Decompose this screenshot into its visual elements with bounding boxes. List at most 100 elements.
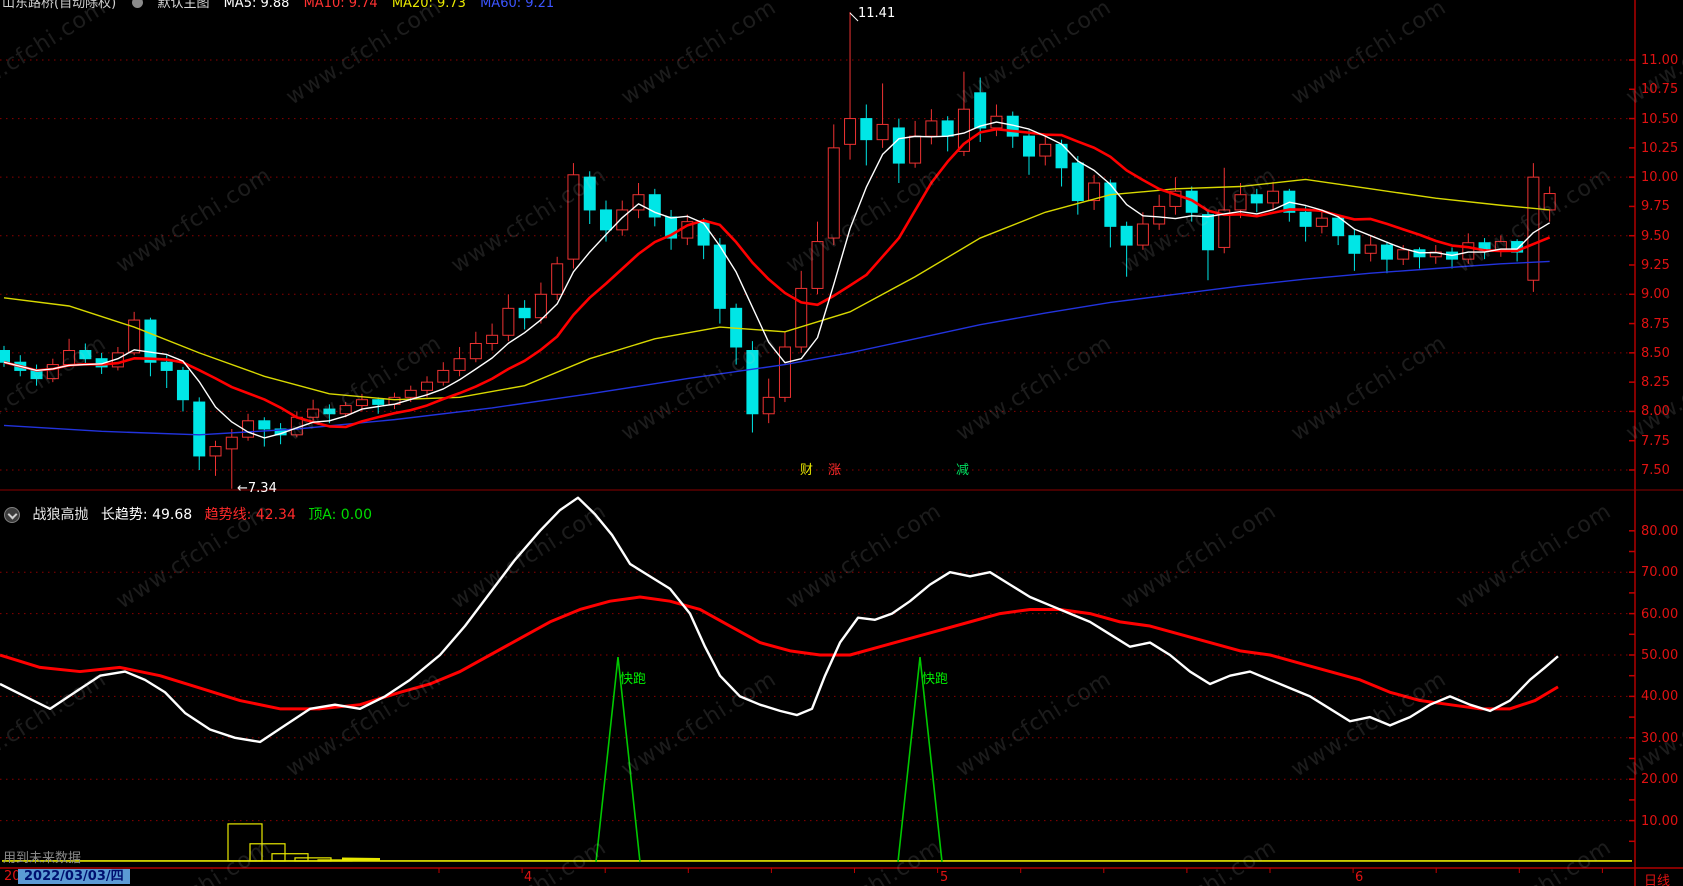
candle-body bbox=[46, 364, 59, 380]
indicator-axis-label: 30.00 bbox=[1641, 730, 1679, 746]
price-axis-label: 10.25 bbox=[1641, 140, 1679, 156]
candle-body bbox=[486, 334, 499, 344]
candle-body bbox=[909, 135, 922, 164]
price-axis-label: 8.25 bbox=[1641, 375, 1670, 391]
indicator-field-top-a: 顶A: 0.00 bbox=[308, 507, 372, 523]
candle-body bbox=[778, 346, 791, 398]
ma20-value: MA20: 9.73 bbox=[391, 0, 466, 11]
signal-marker: 涨 bbox=[828, 463, 842, 478]
candle-body bbox=[1543, 193, 1556, 211]
candle-body bbox=[339, 405, 352, 415]
main-chart-header: 山东路桥(自动除权) 默认主图 MA5: 9.88 MA10: 9.74 MA2… bbox=[2, 0, 564, 12]
ma5-line bbox=[3, 121, 1551, 439]
candle-body bbox=[762, 396, 775, 415]
candle-body bbox=[795, 287, 808, 348]
price-axis-label: 8.50 bbox=[1641, 345, 1670, 361]
collapse-chevron-icon[interactable] bbox=[4, 507, 20, 523]
candle-body bbox=[1462, 242, 1475, 260]
candle-body bbox=[892, 127, 905, 164]
ma10-value: MA10: 9.74 bbox=[303, 0, 378, 11]
candle-body bbox=[616, 209, 629, 231]
candle-body bbox=[583, 176, 596, 211]
candle-body bbox=[209, 446, 222, 457]
candle-body bbox=[144, 319, 157, 363]
candle-body bbox=[713, 244, 726, 309]
candle-body bbox=[0, 350, 10, 363]
candle-body bbox=[63, 350, 76, 366]
candle-body bbox=[421, 381, 434, 391]
candle-body bbox=[1201, 214, 1214, 251]
indicator-axis-label: 70.00 bbox=[1641, 565, 1679, 581]
ma60-value: MA60: 9.21 bbox=[480, 0, 555, 11]
indicator-axis-label: 60.00 bbox=[1641, 606, 1679, 622]
sell-spike bbox=[897, 656, 943, 863]
candle-body bbox=[502, 307, 515, 336]
indicator-axis-label: 50.00 bbox=[1641, 648, 1679, 663]
overlay-indicator-label[interactable]: 默认主图 bbox=[157, 0, 209, 11]
spike-label: 快跑 bbox=[922, 672, 949, 687]
candle-body bbox=[1380, 244, 1393, 260]
indicator-axis-label: 40.00 bbox=[1641, 689, 1679, 705]
ma5-value: MA5: 9.88 bbox=[223, 0, 290, 11]
candle-body bbox=[941, 120, 954, 137]
candle-body bbox=[355, 399, 368, 407]
price-axis-label: 9.25 bbox=[1641, 257, 1670, 273]
selected-date-chip: 2022/03/03/四 bbox=[18, 869, 130, 884]
candle-body bbox=[176, 369, 189, 401]
candle-body bbox=[1267, 190, 1280, 204]
x-axis-month-label: 5 bbox=[940, 870, 949, 885]
candle-body bbox=[1071, 162, 1084, 202]
candle-body bbox=[1023, 135, 1036, 157]
price-axis-label: 9.75 bbox=[1641, 199, 1670, 215]
candle-body bbox=[1136, 223, 1149, 246]
candle-body bbox=[1234, 194, 1247, 211]
candle-body bbox=[518, 307, 531, 319]
candle-body bbox=[1348, 235, 1361, 254]
indicator-name[interactable]: 战狼高抛 bbox=[32, 507, 88, 523]
candle-body bbox=[1527, 176, 1540, 281]
candle-body bbox=[827, 147, 840, 239]
candle-body bbox=[534, 293, 547, 319]
indicator-axis-label: 20.00 bbox=[1641, 772, 1679, 788]
candle-body bbox=[160, 361, 173, 371]
low-price-annotation: ←7.34 bbox=[237, 481, 277, 496]
candle-body bbox=[876, 123, 889, 141]
candle-body bbox=[193, 401, 206, 457]
trend-line bbox=[0, 595, 1559, 711]
candle-body bbox=[404, 389, 417, 398]
candle-body bbox=[844, 118, 857, 145]
candle-body bbox=[1397, 249, 1410, 260]
chart-canvas[interactable] bbox=[0, 0, 1683, 886]
price-axis-label: 8.00 bbox=[1641, 404, 1670, 420]
candle-body bbox=[1364, 244, 1377, 254]
indicator-dot-icon bbox=[132, 0, 144, 8]
indicator-axis-label: 10.00 bbox=[1641, 813, 1679, 829]
x-axis-month-label: 4 bbox=[524, 870, 533, 885]
candle-body bbox=[79, 350, 92, 360]
candle-body bbox=[128, 319, 141, 354]
candle-body bbox=[697, 221, 710, 246]
high-annotation-pointer bbox=[849, 12, 859, 22]
x-axis-month-label: 6 bbox=[1355, 870, 1364, 885]
candle-body bbox=[567, 174, 580, 260]
chart-title: 山东路桥(自动除权) bbox=[2, 0, 117, 11]
price-axis-label: 7.50 bbox=[1641, 462, 1670, 478]
candle-body bbox=[1250, 194, 1263, 204]
histogram-bar bbox=[249, 843, 286, 862]
indicator-field-long-trend: 长趋势: 49.68 bbox=[100, 507, 193, 523]
ma20-line bbox=[3, 178, 1550, 401]
candle-body bbox=[746, 350, 759, 415]
period-label[interactable]: 日线 bbox=[1644, 870, 1670, 886]
signal-marker: 减 bbox=[956, 463, 970, 478]
price-axis-label: 7.75 bbox=[1641, 433, 1670, 449]
candle-body bbox=[225, 436, 238, 450]
indicator-header: 战狼高抛 长趋势: 49.68 趋势线: 42.34 顶A: 0.00 bbox=[4, 506, 380, 524]
price-axis-label: 8.75 bbox=[1641, 316, 1670, 332]
price-axis-label: 9.50 bbox=[1641, 228, 1670, 244]
candle-body bbox=[453, 358, 466, 371]
histogram-bar bbox=[227, 823, 263, 862]
candle-body bbox=[551, 263, 564, 295]
indicator-field-trend-line: 趋势线: 42.34 bbox=[204, 507, 296, 523]
high-price-annotation: 11.41 bbox=[858, 6, 896, 21]
trading-app-window: www.cfchi.com www.cfchi.com www.cfchi.com w… bbox=[0, 0, 1683, 886]
